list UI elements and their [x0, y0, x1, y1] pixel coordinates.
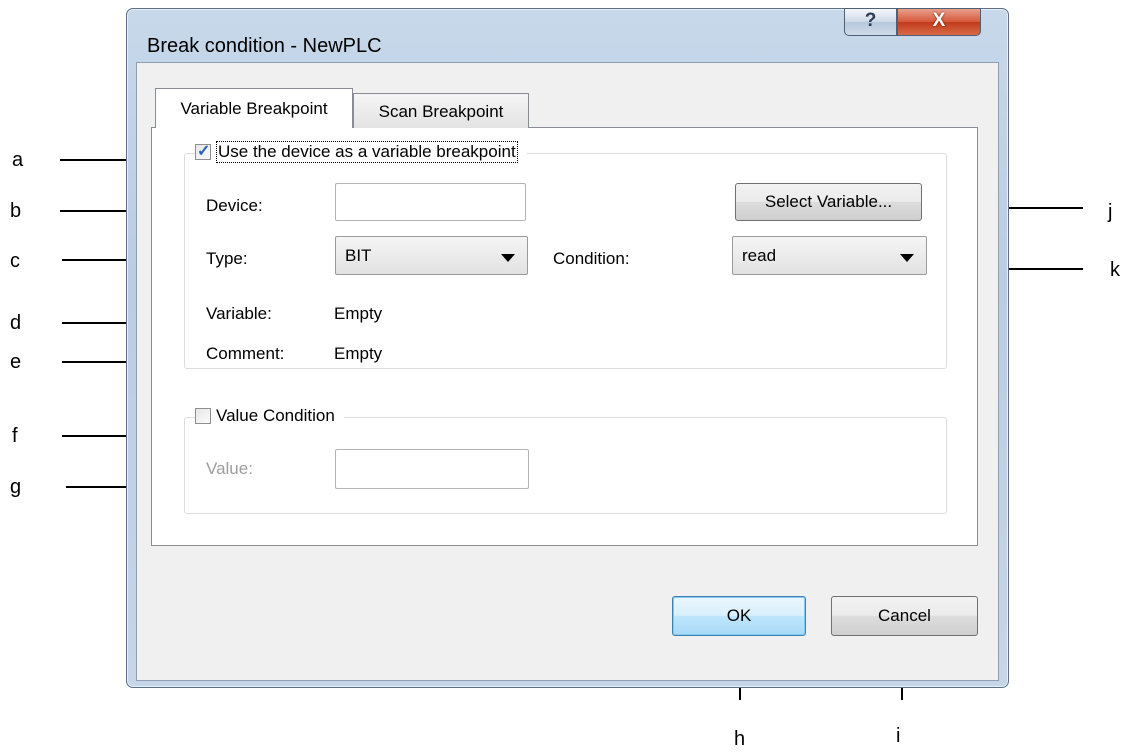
use-device-checkbox-box[interactable]: ✓ — [195, 143, 211, 160]
annotation-letter-g: g — [10, 476, 22, 498]
annotation-letter-e: e — [10, 351, 22, 373]
value-condition-checkbox[interactable]: Value Condition — [195, 404, 344, 428]
annotation-letter-i: i — [896, 725, 901, 747]
cancel-button[interactable]: Cancel — [831, 596, 978, 636]
annotation-letter-k: k — [1110, 259, 1120, 281]
close-icon: X — [932, 10, 946, 31]
tab-scan-breakpoint-label: Scan Breakpoint — [378, 102, 504, 121]
annotation-letter-h: h — [734, 728, 746, 750]
tab-variable-breakpoint[interactable]: Variable Breakpoint — [155, 88, 353, 128]
variable-value: Empty — [334, 304, 383, 323]
help-button[interactable]: ? — [844, 8, 897, 36]
condition-label: Condition: — [553, 249, 630, 268]
type-label: Type: — [206, 249, 248, 268]
ok-button-label: OK — [726, 606, 752, 625]
use-device-checkbox[interactable]: ✓ Use the device as a variable breakpoin… — [195, 140, 527, 164]
type-select[interactable]: BIT — [335, 236, 528, 275]
select-variable-button-label: Select Variable... — [764, 192, 893, 211]
annotation-letter-d: d — [10, 312, 22, 334]
dialog-client-area: Variable Breakpoint Scan Breakpoint ✓ Us… — [136, 62, 999, 681]
annotation-letter-c: c — [10, 250, 20, 272]
tab-panel: ✓ Use the device as a variable breakpoin… — [151, 127, 978, 546]
value-label: Value: — [206, 459, 253, 478]
cancel-button-label: Cancel — [878, 606, 931, 625]
select-variable-button[interactable]: Select Variable... — [735, 183, 922, 221]
dialog-title: Break condition - NewPLC — [147, 35, 382, 57]
use-device-checkbox-label: Use the device as a variable breakpoint — [216, 141, 518, 163]
condition-select-value: read — [742, 246, 777, 265]
tab-scan-breakpoint[interactable]: Scan Breakpoint — [353, 93, 529, 128]
value-condition-checkbox-box[interactable] — [195, 408, 211, 424]
value-condition-checkbox-label: Value Condition — [216, 406, 335, 425]
chevron-down-icon — [501, 254, 515, 262]
condition-select[interactable]: read — [732, 236, 927, 275]
comment-value: Empty — [334, 344, 383, 363]
annotation-letter-f: f — [12, 425, 18, 447]
value-condition-group: Value Condition Value: — [184, 404, 947, 514]
tab-variable-breakpoint-label: Variable Breakpoint — [180, 99, 328, 118]
annotation-letter-a: a — [12, 149, 24, 171]
device-input[interactable] — [335, 183, 526, 221]
close-button[interactable]: X — [897, 8, 981, 36]
comment-label: Comment: — [206, 344, 285, 363]
value-input[interactable] — [335, 449, 529, 489]
annotation-letter-j: j — [1108, 201, 1113, 223]
break-condition-dialog: Break condition - NewPLC ? X Variable Br… — [126, 8, 1009, 688]
type-select-value: BIT — [345, 246, 372, 265]
checkmark-icon: ✓ — [197, 143, 211, 160]
variable-breakpoint-group: ✓ Use the device as a variable breakpoin… — [184, 140, 947, 369]
device-label: Device: — [206, 196, 263, 215]
chevron-down-icon — [900, 254, 914, 262]
ok-button[interactable]: OK — [672, 596, 806, 636]
variable-label: Variable: — [206, 304, 272, 323]
annotation-letter-b: b — [10, 200, 22, 222]
help-icon: ? — [864, 10, 877, 31]
